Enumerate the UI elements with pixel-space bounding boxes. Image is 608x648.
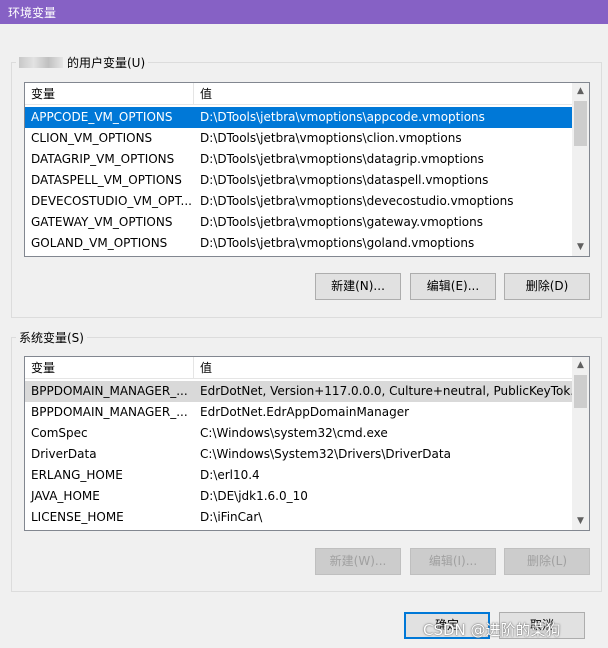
- table-row[interactable]: GOLAND_VM_OPTIONS D:\DTools\jetbra\vmopti…: [25, 233, 574, 254]
- variable-value-cell: EdrDotNet, Version+117.0.0.0, Culture+ne…: [200, 384, 574, 398]
- variable-name-cell: DATAGRIP_VM_OPTIONS: [31, 152, 175, 166]
- variable-name-cell: LICENSE_HOME: [31, 510, 124, 524]
- table-row[interactable]: LICENSE_HOME D:\iFinCar\: [25, 507, 574, 528]
- window-title: 环境变量: [8, 6, 57, 20]
- scroll-up-icon[interactable]: ▲: [572, 83, 589, 100]
- column-header-variable[interactable]: 变量: [25, 357, 194, 379]
- variable-name-cell: DATASPELL_VM_OPTIONS: [31, 173, 182, 187]
- system-edit-button[interactable]: 编辑(I)...: [410, 548, 496, 575]
- user-vars-scrollbar[interactable]: ▲ ▼: [572, 83, 589, 256]
- variable-name-cell: BPPDOMAIN_MANAGER_...: [31, 405, 188, 419]
- watermark: CSDN @进阶的菜狗: [423, 621, 561, 639]
- table-row[interactable]: GATEWAY_VM_OPTIONS D:\DTools\jetbra\vmopt…: [25, 212, 574, 233]
- system-vars-list[interactable]: 变量 值 BPPDOMAIN_MANAGER_... EdrDotNet, Ver…: [24, 356, 590, 531]
- blurred-username: [19, 57, 63, 68]
- variable-value-cell: D:\DTools\jetbra\vmoptions\gateway.vmopt…: [200, 215, 483, 229]
- column-header-value[interactable]: 值: [194, 357, 574, 379]
- variable-name-cell: DriverData: [31, 447, 97, 461]
- table-row[interactable]: CLION_VM_OPTIONS D:\DTools\jetbra\vmoptio…: [25, 128, 574, 149]
- system-vars-group-label: 系统变量(S): [16, 329, 87, 346]
- scroll-down-icon[interactable]: ▼: [572, 513, 589, 530]
- variable-name-cell: GATEWAY_VM_OPTIONS: [31, 215, 173, 229]
- table-row[interactable]: DEVECOSTUDIO_VM_OPT... D:\DTools\jetbra\v…: [25, 191, 574, 212]
- scroll-up-icon[interactable]: ▲: [572, 357, 589, 374]
- table-row[interactable]: BPPDOMAIN_MANAGER_... EdrDotNet, Version+…: [25, 381, 574, 402]
- variable-value-cell: EdrDotNet.EdrAppDomainManager: [200, 405, 410, 419]
- variable-name-cell: BPPDOMAIN_MANAGER_...: [31, 384, 188, 398]
- system-vars-scrollbar[interactable]: ▲ ▼: [572, 357, 589, 530]
- variable-name-cell: ERLANG_HOME: [31, 468, 123, 482]
- system-new-button[interactable]: 新建(W)...: [315, 548, 401, 575]
- scroll-down-icon[interactable]: ▼: [572, 239, 589, 256]
- variable-name-cell: DEVECOSTUDIO_VM_OPT...: [31, 194, 192, 208]
- variable-value-cell: D:\iFinCar\: [200, 510, 263, 524]
- user-vars-group-label: 的用户变量(U): [16, 54, 149, 71]
- user-delete-button[interactable]: 删除(D): [504, 273, 590, 300]
- variable-value-cell: D:\DTools\jetbra\vmoptions\clion.vmoptio…: [200, 131, 462, 145]
- variable-name-cell: CLION_VM_OPTIONS: [31, 131, 153, 145]
- table-row[interactable]: BPPDOMAIN_MANAGER_... EdrDotNet.EdrAppDom…: [25, 402, 574, 423]
- variable-value-cell: D:\erl10.4: [200, 468, 260, 482]
- table-row[interactable]: ERLANG_HOME D:\erl10.4: [25, 465, 574, 486]
- user-edit-button[interactable]: 编辑(E)...: [410, 273, 496, 300]
- table-row[interactable]: APPCODE_VM_OPTIONS D:\DTools\jetbra\vmopt…: [25, 107, 574, 128]
- column-header-variable[interactable]: 变量: [25, 83, 194, 105]
- table-row[interactable]: JAVA_HOME D:\DE\jdk1.6.0_10: [25, 486, 574, 507]
- variable-value-cell: C:\Windows\system32\cmd.exe: [200, 426, 388, 440]
- variable-value-cell: D:\DTools\jetbra\vmoptions\appcode.vmopt…: [200, 110, 485, 124]
- table-row[interactable]: DATAGRIP_VM_OPTIONS D:\DTools\jetbra\vmop…: [25, 149, 574, 170]
- system-vars-header: 变量 值: [25, 357, 574, 379]
- title-bar: 环境变量: [0, 0, 608, 24]
- variable-value-cell: D:\DTools\jetbra\vmoptions\goland.vmopti…: [200, 236, 475, 250]
- table-row[interactable]: ComSpec C:\Windows\system32\cmd.exe: [25, 423, 574, 444]
- variable-value-cell: C:\Windows\System32\Drivers\DriverData: [200, 447, 451, 461]
- variable-name-cell: ComSpec: [31, 426, 88, 440]
- variable-name-cell: JAVA_HOME: [31, 489, 100, 503]
- table-row[interactable]: DATASPELL_VM_OPTIONS D:\DTools\jetbra\vmo…: [25, 170, 574, 191]
- variable-name-cell: GOLAND_VM_OPTIONS: [31, 236, 168, 250]
- variable-value-cell: D:\DTools\jetbra\vmoptions\dataspell.vmo…: [200, 173, 489, 187]
- system-delete-button[interactable]: 删除(L): [504, 548, 590, 575]
- user-vars-list[interactable]: 变量 值 APPCODE_VM_OPTIONS D:\DTools\jetbra\…: [24, 82, 590, 257]
- variable-value-cell: D:\DE\jdk1.6.0_10: [200, 489, 308, 503]
- user-vars-header: 变量 值: [25, 83, 574, 105]
- variable-value-cell: D:\DTools\jetbra\vmoptions\devecostudio.…: [200, 194, 514, 208]
- user-new-button[interactable]: 新建(N)...: [315, 273, 401, 300]
- column-header-value[interactable]: 值: [194, 83, 574, 105]
- scrollbar-thumb[interactable]: [574, 375, 587, 408]
- variable-name-cell: APPCODE_VM_OPTIONS: [31, 110, 173, 124]
- variable-value-cell: D:\DTools\jetbra\vmoptions\datagrip.vmop…: [200, 152, 484, 166]
- scrollbar-thumb[interactable]: [574, 101, 587, 146]
- table-row[interactable]: DriverData C:\Windows\System32\Drivers\Dr…: [25, 444, 574, 465]
